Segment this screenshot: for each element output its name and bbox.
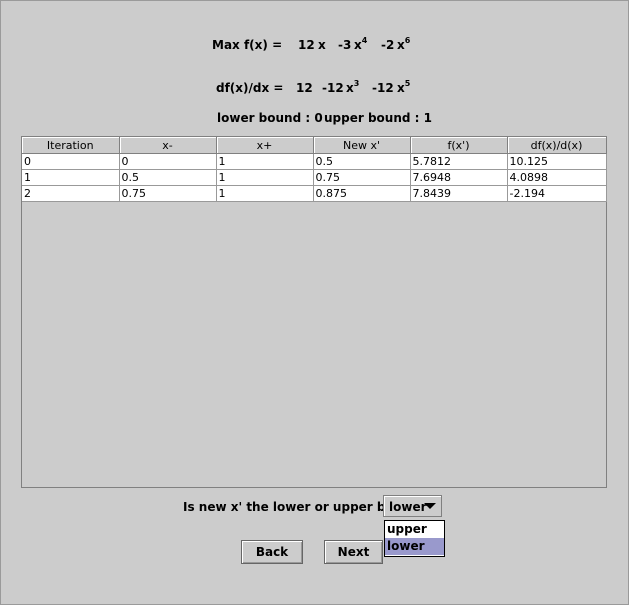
table-cell[interactable]: -2.194 xyxy=(507,185,607,202)
table-row[interactable]: 1 0.5 1 0.75 7.6948 4.0898 xyxy=(22,169,607,186)
f-term-3-exp: 6 xyxy=(404,36,411,45)
f-term-1-var: x xyxy=(318,38,326,52)
df-label: df(x)/dx = xyxy=(216,81,284,95)
table-row[interactable]: 0 0 1 0.5 5.7812 10.125 xyxy=(22,153,607,170)
table-cell[interactable]: 7.6948 xyxy=(410,169,508,186)
table-cell[interactable]: 0.5 xyxy=(313,153,411,170)
column-header-fx[interactable]: f(x') xyxy=(410,137,508,154)
bound-select-value: lower xyxy=(389,500,427,514)
lower-bound-label: lower bound : 0 xyxy=(217,111,323,125)
f-term-1-coef: 12 xyxy=(298,38,315,52)
table-cell[interactable]: 0.875 xyxy=(313,185,411,202)
table-cell[interactable]: 10.125 xyxy=(507,153,607,170)
table-cell[interactable]: 0 xyxy=(119,153,217,170)
column-header-x-minus[interactable]: x- xyxy=(119,137,217,154)
table-cell[interactable]: 0 xyxy=(22,153,120,170)
iteration-table-panel[interactable]: Iteration x- x+ New x' f(x') df(x)/d(x) … xyxy=(21,136,607,488)
df-term-3-coef: -12 xyxy=(372,81,394,95)
table-cell[interactable]: 1 xyxy=(216,153,314,170)
df-term-2-var: x3 xyxy=(346,79,360,95)
table-cell[interactable]: 0.5 xyxy=(119,169,217,186)
table-cell[interactable]: 0.75 xyxy=(119,185,217,202)
table-cell[interactable]: 1 xyxy=(216,185,314,202)
table-cell[interactable]: 1 xyxy=(216,169,314,186)
column-header-x-plus[interactable]: x+ xyxy=(216,137,314,154)
back-button[interactable]: Back xyxy=(241,540,303,564)
f-term-3-coef: -2 xyxy=(381,38,395,52)
df-term-2-exp: 3 xyxy=(353,79,360,88)
f-term-3-var: x6 xyxy=(397,36,411,52)
table-cell[interactable]: 7.8439 xyxy=(410,185,508,202)
df-term-3-var: x5 xyxy=(397,79,411,95)
column-header-iteration[interactable]: Iteration xyxy=(22,137,120,154)
next-button[interactable]: Next xyxy=(324,540,383,564)
bound-select-dropdown[interactable]: lower xyxy=(383,495,442,517)
table-row[interactable]: 2 0.75 1 0.875 7.8439 -2.194 xyxy=(22,185,607,202)
table-cell[interactable]: 2 xyxy=(22,185,120,202)
chevron-down-icon[interactable] xyxy=(424,503,436,509)
table-cell[interactable]: 4.0898 xyxy=(507,169,607,186)
df-term-2-coef: -12 xyxy=(322,81,344,95)
f-term-2-coef: -3 xyxy=(338,38,352,52)
bound-option-lower[interactable]: lower xyxy=(385,538,444,555)
iteration-table: Iteration x- x+ New x' f(x') df(x)/d(x) … xyxy=(22,137,607,202)
upper-bound-label: upper bound : 1 xyxy=(324,111,432,125)
f-term-2-exp: 4 xyxy=(361,36,368,45)
max-label: Max f(x) = xyxy=(212,38,283,52)
table-cell[interactable]: 1 xyxy=(22,169,120,186)
table-cell[interactable]: 0.75 xyxy=(313,169,411,186)
column-header-dfdx[interactable]: df(x)/d(x) xyxy=(507,137,607,154)
df-term-1-coef: 12 xyxy=(296,81,313,95)
bound-select-popup: upper lower xyxy=(384,520,445,557)
table-header-row: Iteration x- x+ New x' f(x') df(x)/d(x) xyxy=(22,137,607,154)
df-term-3-exp: 5 xyxy=(404,79,411,88)
f-term-2-var: x4 xyxy=(354,36,368,52)
column-header-new-x[interactable]: New x' xyxy=(313,137,411,154)
table-cell[interactable]: 5.7812 xyxy=(410,153,508,170)
bound-option-upper[interactable]: upper xyxy=(385,521,444,538)
